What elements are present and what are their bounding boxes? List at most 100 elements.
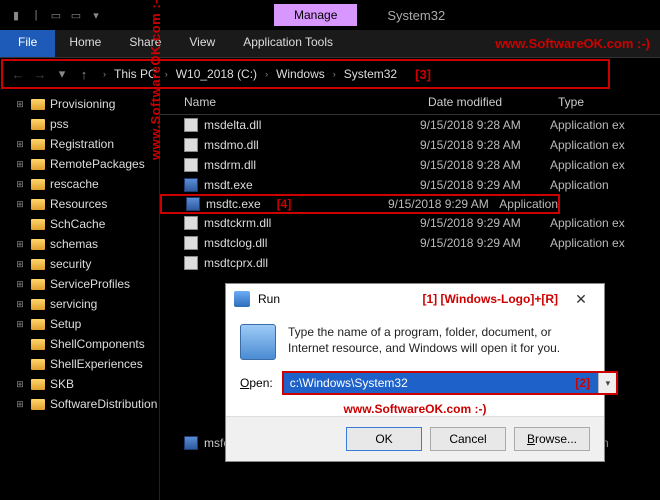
watermark-dialog: www.SoftwareOK.com :-): [226, 400, 604, 416]
tree-item[interactable]: ⊞Registration: [0, 134, 159, 154]
file-type-icon: [184, 216, 198, 230]
file-row[interactable]: msdrm.dll9/15/2018 9:28 AMApplication ex: [160, 155, 660, 175]
folder-icon: [31, 99, 45, 110]
tree-expand-icon[interactable]: ⊞: [14, 399, 26, 410]
tree-item-label: Provisioning: [50, 97, 115, 111]
run-description: Type the name of a program, folder, docu…: [288, 324, 590, 360]
file-name: msdtc.exe: [206, 197, 261, 211]
tab-share[interactable]: Share: [115, 30, 175, 57]
breadcrumb-item[interactable]: Windows: [272, 65, 329, 83]
ok-button[interactable]: OK: [346, 427, 422, 451]
qat-props-icon[interactable]: ▭: [48, 7, 64, 23]
file-name: msdtckrm.dll: [204, 216, 271, 230]
tree-item[interactable]: ⊞servicing: [0, 294, 159, 314]
tree-expand-icon[interactable]: ⊞: [14, 259, 26, 270]
breadcrumb-item[interactable]: W10_2018 (C:): [172, 65, 261, 83]
tree-expand-icon[interactable]: ⊞: [14, 379, 26, 390]
run-titlebar[interactable]: Run [1] [Windows-Logo]+[R] ✕: [226, 284, 604, 314]
annotation-1: [1] [Windows-Logo]+[R]: [422, 292, 558, 306]
tree-item[interactable]: ⊞ RemotePackages: [0, 154, 159, 174]
breadcrumb-item[interactable]: System32: [340, 65, 401, 83]
col-header-type[interactable]: Type: [550, 90, 660, 114]
tree-item[interactable]: ⊞schemas: [0, 234, 159, 254]
file-date-cell: 9/15/2018 9:28 AM: [420, 158, 550, 172]
tree-item[interactable]: ShellComponents: [0, 334, 159, 354]
file-name-cell: msdmo.dll: [160, 138, 420, 152]
file-row[interactable]: msdtc.exe [4] 9/15/2018 9:29 AMApplication: [160, 194, 560, 214]
tree-item[interactable]: SchCache: [0, 214, 159, 234]
file-date-cell: 9/15/2018 9:28 AM: [420, 138, 550, 152]
nav-tree[interactable]: ⊞Provisioningpss⊞Registration⊞RemotePack…: [0, 90, 160, 500]
tree-expand-icon[interactable]: ⊞: [14, 279, 26, 290]
chevron-right-icon[interactable]: ›: [333, 69, 336, 79]
run-button-row: OK Cancel Browse...: [226, 416, 604, 461]
tab-home[interactable]: Home: [55, 30, 115, 57]
file-row[interactable]: msdtclog.dll9/15/2018 9:29 AMApplication…: [160, 233, 660, 253]
tree-expand-icon[interactable]: ⊞: [14, 199, 26, 210]
file-row[interactable]: msdtckrm.dll9/15/2018 9:29 AMApplication…: [160, 213, 660, 233]
file-date-cell: 9/15/2018 9:29 AM: [388, 197, 499, 211]
file-row[interactable]: msdt.exe9/15/2018 9:29 AMApplication: [160, 175, 660, 195]
cancel-button[interactable]: Cancel: [430, 427, 506, 451]
tree-item[interactable]: ShellExperiences: [0, 354, 159, 374]
breadcrumb[interactable]: › This PC › W10_2018 (C:) › Windows › Sy…: [101, 65, 401, 83]
col-header-date[interactable]: Date modified: [420, 90, 550, 114]
open-input[interactable]: [284, 373, 599, 393]
tree-item-label: ServiceProfiles: [50, 277, 130, 291]
tree-expand-icon[interactable]: ⊞: [14, 179, 26, 190]
browse-button[interactable]: Browse...: [514, 427, 590, 451]
tree-item[interactable]: ⊞SoftwareDistribution: [0, 394, 159, 414]
tree-expand-icon[interactable]: ⊞: [14, 139, 26, 150]
tree-item[interactable]: ⊞security: [0, 254, 159, 274]
tree-item-label: pss: [50, 117, 69, 131]
file-type-icon: [186, 197, 200, 211]
file-name-cell: msdtckrm.dll: [160, 216, 420, 230]
tree-item[interactable]: ⊞ ServiceProfiles: [0, 274, 159, 294]
nav-up-icon[interactable]: ↑: [73, 63, 95, 85]
file-name: msdmo.dll: [204, 138, 259, 152]
file-name-cell: msdtcprx.dll: [160, 256, 420, 270]
nav-recent-icon[interactable]: ▾: [51, 63, 73, 85]
nav-forward-icon[interactable]: →: [29, 63, 51, 85]
tree-item[interactable]: ⊞ Resources: [0, 194, 159, 214]
breadcrumb-item[interactable]: This PC: [110, 65, 161, 83]
tab-view[interactable]: View: [175, 30, 229, 57]
open-input-wrap: ▾: [283, 372, 618, 394]
dropdown-icon[interactable]: ▾: [598, 373, 616, 393]
nav-back-icon[interactable]: ←: [7, 63, 29, 85]
tab-file[interactable]: File: [0, 30, 55, 57]
file-name-cell: msdtc.exe [4]: [162, 197, 388, 211]
qat-dropdown-icon[interactable]: ▾: [88, 7, 104, 23]
tree-item[interactable]: ⊞ SKB: [0, 374, 159, 394]
file-type-cell: Application ex: [550, 138, 660, 152]
tree-item-label: RemotePackages: [50, 157, 145, 171]
col-header-name[interactable]: Name: [160, 90, 420, 114]
file-row[interactable]: msdmo.dll 9/15/2018 9:28 AMApplication ex: [160, 135, 660, 155]
annotation-4: [4]: [277, 197, 292, 211]
close-icon[interactable]: ✕: [566, 291, 596, 308]
file-row[interactable]: msdelta.dll9/15/2018 9:28 AMApplication …: [160, 115, 660, 135]
tree-item[interactable]: pss: [0, 114, 159, 134]
tree-item[interactable]: ⊞Setup: [0, 314, 159, 334]
contextual-tab-manage[interactable]: Manage: [274, 4, 357, 26]
tree-expand-icon[interactable]: ⊞: [14, 159, 26, 170]
file-type-cell: Application: [499, 197, 558, 211]
chevron-right-icon[interactable]: ›: [165, 69, 168, 79]
tree-item-label: Resources: [50, 197, 107, 211]
tree-item-label: SKB: [50, 377, 74, 391]
file-row[interactable]: msdtcprx.dll: [160, 253, 660, 273]
chevron-right-icon[interactable]: ›: [265, 69, 268, 79]
run-app-icon: [234, 291, 250, 307]
open-label: Open:: [240, 376, 273, 390]
chevron-right-icon[interactable]: ›: [103, 69, 106, 79]
column-headers[interactable]: Name Date modified Type: [160, 90, 660, 115]
qat-new-icon[interactable]: ▭: [68, 7, 84, 23]
tree-expand-icon[interactable]: ⊞: [14, 299, 26, 310]
tree-item[interactable]: ⊞rescache: [0, 174, 159, 194]
tree-expand-icon[interactable]: ⊞: [14, 99, 26, 110]
tree-expand-icon[interactable]: ⊞: [14, 239, 26, 250]
file-type-cell: Application ex: [550, 236, 660, 250]
tab-application-tools[interactable]: Application Tools: [229, 30, 347, 57]
tree-item[interactable]: ⊞ Provisioning: [0, 94, 159, 114]
tree-expand-icon[interactable]: ⊞: [14, 319, 26, 330]
